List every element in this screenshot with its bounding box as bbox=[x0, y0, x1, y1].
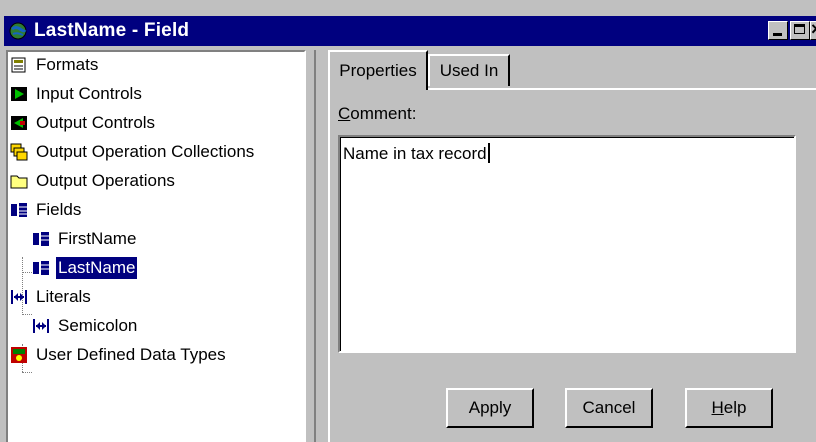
tree-item-label: Output Operation Collections bbox=[36, 142, 255, 161]
help-button-label: elp bbox=[723, 398, 747, 417]
comment-textarea-inner-border bbox=[340, 137, 794, 351]
field-icon bbox=[33, 232, 49, 246]
tab-properties[interactable]: Properties bbox=[328, 50, 428, 90]
help-button-mnemonic: H bbox=[711, 398, 724, 417]
window-title: LastName - Field bbox=[34, 20, 190, 41]
tree-item-label: FirstName bbox=[58, 229, 137, 248]
tree-item-label: Fields bbox=[36, 200, 82, 219]
apply-button[interactable]: Apply bbox=[446, 388, 534, 428]
tree-item-label: Semicolon bbox=[58, 316, 138, 335]
apply-button-label: Apply bbox=[468, 398, 512, 417]
comment-text: Name in tax record bbox=[343, 144, 487, 163]
tree-item-label: Formats bbox=[36, 55, 99, 74]
tree-item-label: Output Controls bbox=[36, 113, 156, 132]
user-defined-data-types-icon bbox=[11, 347, 27, 363]
tree-item-label: Output Operations bbox=[36, 171, 175, 190]
output-operation-collections-icon bbox=[10, 143, 28, 161]
tree-connector bbox=[22, 314, 32, 315]
tree-item-label: Literals bbox=[36, 287, 91, 306]
pane-splitter[interactable] bbox=[306, 50, 316, 442]
tree-item-output-operations[interactable]: Output Operations bbox=[10, 168, 177, 194]
tree-connector bbox=[22, 372, 32, 373]
tab-label: Properties bbox=[339, 61, 417, 80]
maximize-button[interactable] bbox=[790, 21, 810, 40]
tree-item-output-operation-collections[interactable]: Output Operation Collections bbox=[10, 139, 256, 165]
tree-item-user-defined-data-types[interactable]: User Defined Data Types bbox=[10, 342, 228, 368]
properties-panel: Properties Used In Comment: Name in tax … bbox=[316, 50, 816, 442]
app-globe-icon bbox=[9, 22, 27, 40]
fields-icon bbox=[11, 203, 27, 217]
tree-item-input-controls[interactable]: Input Controls bbox=[10, 81, 144, 107]
close-button[interactable] bbox=[810, 19, 816, 40]
folder-icon bbox=[10, 175, 28, 189]
comment-textarea[interactable]: Name in tax record bbox=[338, 135, 796, 353]
literal-icon bbox=[33, 319, 49, 333]
tree-connector bbox=[22, 272, 32, 273]
help-button[interactable]: Help bbox=[685, 388, 773, 428]
cancel-button-label: Cancel bbox=[582, 398, 636, 417]
comment-value: Name in tax record bbox=[343, 143, 490, 164]
tree-item-label: Input Controls bbox=[36, 84, 142, 103]
comment-label-mnemonic: C bbox=[338, 104, 351, 123]
literals-icon bbox=[11, 290, 27, 304]
formats-icon bbox=[11, 57, 26, 73]
output-controls-icon bbox=[11, 116, 27, 130]
comment-label-text: omment: bbox=[350, 104, 417, 123]
comment-label: Comment: bbox=[338, 104, 416, 124]
object-tree[interactable]: Formats Input Controls Output Controls O… bbox=[6, 50, 306, 442]
title-bar[interactable]: LastName - Field bbox=[4, 16, 816, 46]
tree-item-firstname[interactable]: FirstName bbox=[32, 226, 138, 252]
tree-item-formats[interactable]: Formats bbox=[10, 52, 100, 78]
tree-item-literals[interactable]: Literals bbox=[10, 284, 93, 310]
tree-item-label: LastName bbox=[56, 257, 138, 279]
tree-item-semicolon[interactable]: Semicolon bbox=[32, 313, 139, 339]
field-properties-window: LastName - Field Formats Input Contro bbox=[0, 0, 816, 442]
tab-used-in[interactable]: Used In bbox=[428, 54, 510, 86]
tree-item-output-controls[interactable]: Output Controls bbox=[10, 110, 157, 136]
tree-item-fields[interactable]: Fields bbox=[10, 197, 83, 223]
tree-item-lastname[interactable]: LastName bbox=[32, 255, 138, 281]
field-icon bbox=[33, 261, 49, 275]
cancel-button[interactable]: Cancel bbox=[565, 388, 653, 428]
text-caret bbox=[487, 143, 490, 163]
tab-label: Used In bbox=[439, 61, 499, 80]
tree-item-label: User Defined Data Types bbox=[36, 345, 226, 364]
minimize-button[interactable] bbox=[768, 21, 788, 40]
input-controls-icon bbox=[11, 87, 27, 101]
